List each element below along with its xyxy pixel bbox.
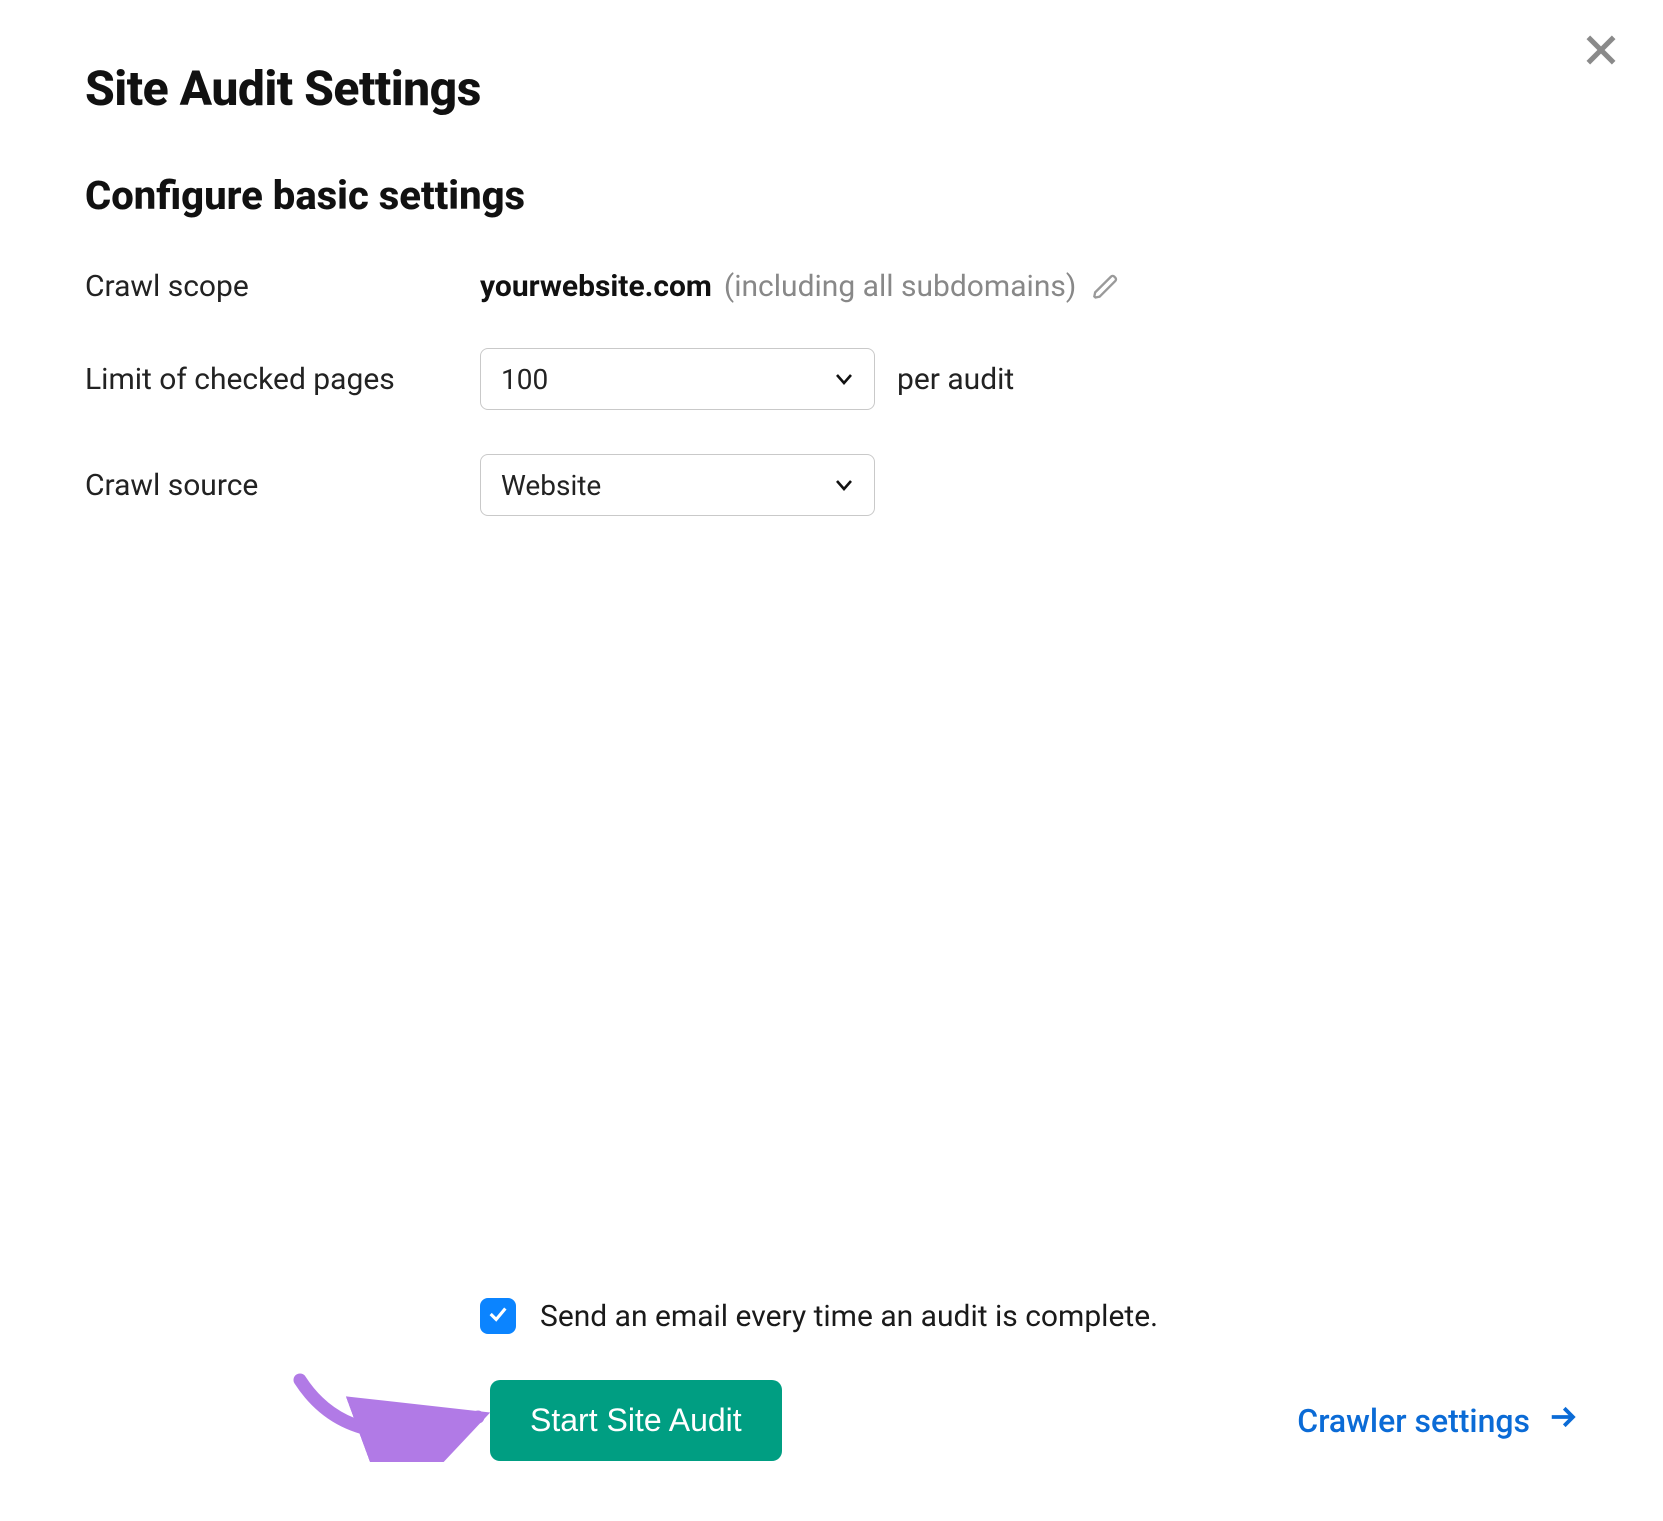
actions-row: Start Site Audit Crawler settings (85, 1380, 1578, 1461)
label-crawl-source: Crawl source (85, 468, 480, 503)
crawl-source-select[interactable]: Website (480, 454, 875, 516)
crawl-scope-note: (including all subdomains) (724, 269, 1076, 304)
label-crawl-scope: Crawl scope (85, 269, 480, 304)
email-notify-label: Send an email every time an audit is com… (540, 1299, 1158, 1334)
annotation-arrow-icon (280, 1372, 500, 1462)
close-icon (1582, 31, 1620, 73)
crawl-scope-domain: yourwebsite.com (480, 269, 712, 304)
check-icon (487, 1303, 509, 1329)
start-site-audit-button[interactable]: Start Site Audit (490, 1380, 782, 1461)
crawl-source-select-value: Website (501, 469, 601, 502)
row-limit: Limit of checked pages 100 per audit (85, 348, 1578, 410)
footer: Send an email every time an audit is com… (0, 1298, 1663, 1461)
crawl-scope-value: yourwebsite.com (including all subdomain… (480, 269, 1120, 304)
crawler-settings-link[interactable]: Crawler settings (1297, 1402, 1578, 1440)
email-notify-checkbox[interactable] (480, 1298, 516, 1334)
crawler-settings-label: Crawler settings (1297, 1402, 1530, 1440)
arrow-right-icon (1548, 1402, 1578, 1440)
label-limit: Limit of checked pages (85, 362, 480, 397)
pencil-icon[interactable] (1092, 273, 1120, 301)
chevron-down-icon (832, 473, 856, 497)
page-title: Site Audit Settings (85, 60, 1578, 117)
limit-select-value: 100 (501, 363, 548, 396)
row-crawl-source: Crawl source Website (85, 454, 1578, 516)
row-crawl-scope: Crawl scope yourwebsite.com (including a… (85, 269, 1578, 304)
limit-suffix: per audit (897, 362, 1014, 397)
close-button[interactable] (1577, 28, 1625, 76)
section-title: Configure basic settings (85, 172, 1578, 219)
chevron-down-icon (832, 367, 856, 391)
limit-select[interactable]: 100 (480, 348, 875, 410)
email-notify-row: Send an email every time an audit is com… (480, 1298, 1578, 1334)
